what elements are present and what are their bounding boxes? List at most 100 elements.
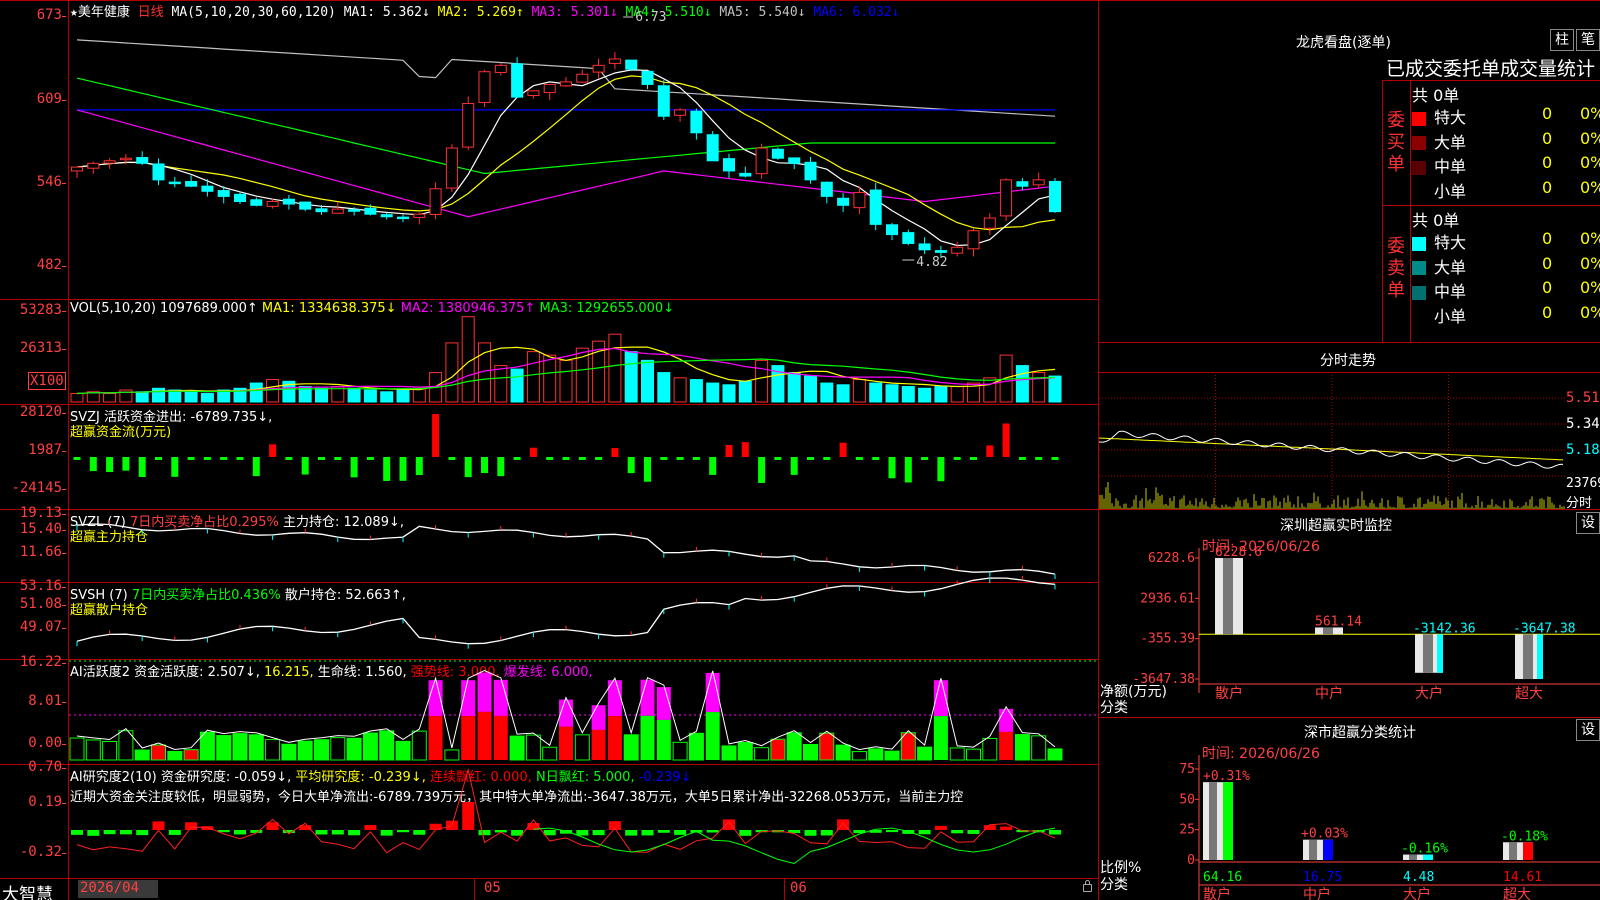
candle-body [299, 201, 312, 210]
activity-bar [786, 732, 802, 761]
axis-mark [62, 451, 66, 452]
flow-bar [383, 457, 391, 481]
axis-mark [62, 100, 66, 101]
candle-body [1032, 179, 1045, 186]
axis-mark [62, 628, 66, 629]
candle-body [348, 209, 361, 212]
pen-mode-button[interactable]: 笔 [1576, 29, 1600, 51]
flow-bar [872, 457, 880, 460]
activity-bar [134, 749, 150, 761]
volume-bar [918, 387, 932, 403]
axis-tick: 0.00 [28, 735, 62, 751]
research-bar [315, 830, 328, 835]
axis-mark [62, 489, 66, 490]
research-bar [934, 825, 947, 830]
axis-mark [62, 803, 66, 804]
flow-bar [1035, 457, 1043, 460]
cls-settings-button[interactable]: 设 [1576, 719, 1600, 741]
sz-settings-button[interactable]: 设 [1576, 512, 1600, 534]
candle-body [119, 157, 132, 161]
retail-holding-chart[interactable] [69, 576, 1098, 659]
vol-unit: X100 [28, 372, 66, 390]
order-type: 中单 [1434, 157, 1467, 176]
axis-mark [62, 768, 66, 769]
order-type: 大单 [1434, 132, 1467, 152]
activity-chart[interactable] [69, 660, 1098, 764]
candle-body [869, 189, 882, 225]
sz-bar-edge [1437, 634, 1443, 673]
activity-bar [851, 751, 867, 761]
research-bar [820, 830, 833, 836]
candlestick-chart[interactable]: 6.73 4.82 [69, 0, 1098, 299]
cls-cat-label: 大户 [1403, 886, 1431, 900]
axis-tick: 0.70 [28, 759, 62, 775]
cls-bar [1503, 842, 1533, 860]
order-row: 小单 0 0% [1412, 178, 1600, 202]
order-pct: 0% [1580, 253, 1600, 273]
candle-body [886, 224, 898, 236]
volume-chart[interactable] [69, 300, 1098, 404]
volume-bar [396, 389, 410, 403]
sz-cat-label: 超大 [1515, 686, 1543, 702]
longhu-title: 龙虎看盘(逐单) [1296, 35, 1391, 51]
sz-bar-chart[interactable]: 6228.6 2936.61 -355.39 -3647.38 6228.6 散户 561.… [1099, 545, 1600, 720]
intraday-chart[interactable] [1098, 372, 1565, 509]
cls-cat-label: 散户 [1203, 886, 1231, 900]
flow-bar [513, 457, 521, 460]
cls-tick: 0 [1187, 853, 1195, 868]
research-bar [592, 830, 605, 836]
bar-mode-button[interactable]: 柱 [1550, 29, 1574, 51]
main-holding-chart[interactable] [69, 510, 1098, 582]
lock-icon[interactable] [1083, 880, 1092, 892]
cls-cat-label: 超大 [1503, 887, 1531, 900]
svsh-axis: 53.16 51.08 49.07 [0, 578, 66, 659]
cls-tick: 50 [1179, 792, 1195, 807]
flow-bar [187, 457, 195, 460]
cls-bar-color [1523, 842, 1533, 860]
activity-bar [591, 729, 606, 760]
ob-line [1382, 80, 1600, 81]
flow-bar [448, 457, 456, 460]
activity-bar [949, 747, 965, 761]
flow-bar [497, 457, 505, 477]
candle-body [723, 158, 735, 172]
axis-tick: 482 [36, 257, 62, 273]
flow-bar [855, 457, 863, 460]
research-bar [967, 830, 980, 834]
axis-tick: -0.32 [19, 844, 62, 860]
fundflow-chart[interactable] [69, 405, 1098, 509]
research-chart[interactable] [69, 765, 1098, 878]
intra-axis-0: 5.51 [1566, 390, 1600, 406]
research-bar [951, 830, 964, 834]
flow-bar [334, 457, 342, 460]
activity-bar-top [656, 687, 671, 720]
cls-bar-chart[interactable]: 75 50 25 0 +0.31% 64.16散户 +0.03% 16.75中户 -0.16% 4… [1099, 755, 1600, 900]
cls-tick: 75 [1179, 762, 1195, 777]
volume-bar [885, 384, 899, 403]
flow-bar [1002, 423, 1010, 457]
research-bar [918, 830, 931, 835]
axis-tick: 546 [36, 174, 62, 190]
activity-bar [265, 739, 281, 761]
research-bar [71, 830, 83, 835]
axis-tick: 0.19 [28, 794, 62, 810]
flow-bar [366, 457, 374, 460]
sz-bar [1515, 634, 1543, 679]
order-count: 0 [1542, 128, 1553, 148]
swatch [1412, 285, 1426, 300]
candle-body [527, 90, 540, 97]
axis-mark [62, 530, 66, 531]
flow-bar [937, 457, 945, 482]
volume-bar [70, 393, 84, 403]
sz-bar-shade [1523, 634, 1533, 679]
candle-body [788, 157, 801, 164]
activity-bar [69, 737, 85, 761]
volume-bar [901, 386, 915, 403]
activity-bar [314, 739, 329, 761]
candle-body [657, 85, 670, 117]
sz-xlabel: 分类 [1100, 700, 1128, 716]
order-row: 中单 0 0% [1412, 153, 1600, 177]
order-count: 0 [1542, 278, 1553, 297]
retail-holding-line [76, 577, 1056, 645]
candle-body [87, 162, 100, 169]
